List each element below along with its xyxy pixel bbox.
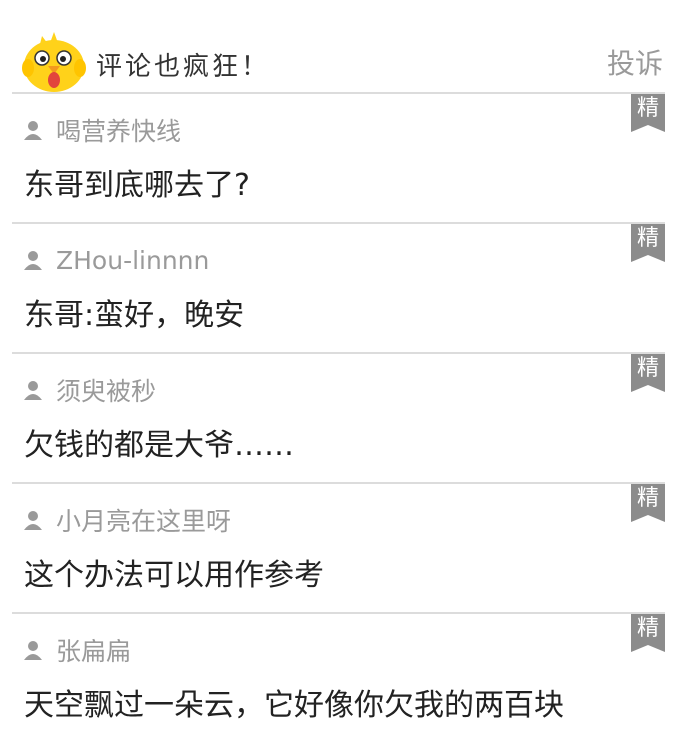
comment-user: 张扁扁 xyxy=(24,634,131,666)
featured-badge-label: 精 xyxy=(636,356,659,381)
featured-badge-label: 精 xyxy=(636,486,659,511)
user-icon xyxy=(24,381,42,400)
user-icon xyxy=(24,641,42,660)
featured-badge: 精 xyxy=(631,224,665,262)
comment-text: 这个办法可以用作参考 xyxy=(24,558,324,593)
chick-mascot-icon xyxy=(20,26,90,92)
comment-text: 欠钱的都是大爷…… xyxy=(24,428,294,463)
featured-badge-label: 精 xyxy=(636,616,659,641)
comment-user: 喝营养快线 xyxy=(24,114,181,146)
comment-item: 精 喝营养快线 东哥到底哪去了? xyxy=(12,92,665,223)
featured-badge: 精 xyxy=(631,484,665,522)
header-title: 评论也疯狂！ xyxy=(96,52,271,82)
comment-user: 小月亮在这里呀 xyxy=(24,504,231,536)
comment-item: 精 张扁扁 天空飘过一朵云，它好像你欠我的两百块 xyxy=(12,612,665,743)
comment-user: 须臾被秒 xyxy=(24,374,156,406)
comment-username: 喝营养快线 xyxy=(56,117,182,146)
comment-item: 精 ZHou-linnnn 东哥:蛮好，晚安 xyxy=(12,222,665,353)
user-icon xyxy=(24,511,42,530)
comments-header: 评论也疯狂！ 投诉 xyxy=(0,0,675,92)
comment-text: 东哥:蛮好，晚安 xyxy=(24,298,245,333)
comment-username: 张扁扁 xyxy=(56,637,132,666)
comment-text: 天空飘过一朵云，它好像你欠我的两百块 xyxy=(24,688,564,723)
comment-username: 小月亮在这里呀 xyxy=(56,507,232,536)
featured-badge-label: 精 xyxy=(636,226,659,251)
featured-badge: 精 xyxy=(631,94,665,132)
featured-badge: 精 xyxy=(631,354,665,392)
comment-item: 精 小月亮在这里呀 这个办法可以用作参考 xyxy=(12,482,665,613)
user-icon xyxy=(24,121,42,140)
comment-item: 精 须臾被秒 欠钱的都是大爷…… xyxy=(12,352,665,483)
comment-user: ZHou-linnnn xyxy=(24,244,209,276)
featured-badge: 精 xyxy=(631,614,665,652)
comment-username: ZHou-linnnn xyxy=(56,245,210,275)
user-icon xyxy=(24,251,42,270)
comment-username: 须臾被秒 xyxy=(56,377,157,406)
comment-text: 东哥到底哪去了? xyxy=(24,168,250,203)
report-button[interactable]: 投诉 xyxy=(607,42,663,82)
featured-badge-label: 精 xyxy=(636,96,659,121)
